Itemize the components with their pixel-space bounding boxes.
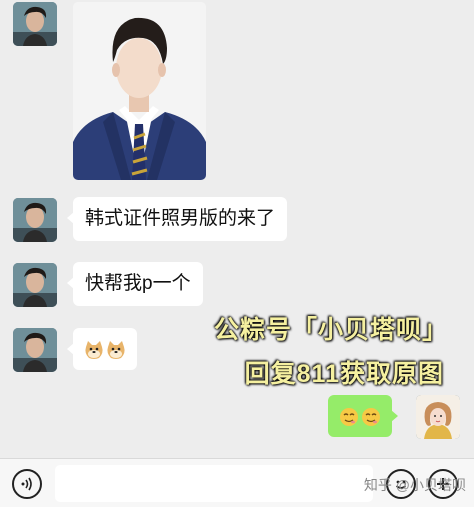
doge-emoji-icon	[105, 339, 125, 359]
emoji-message-bubble[interactable]	[67, 328, 137, 370]
contact-avatar[interactable]	[13, 263, 57, 307]
dizzy-face-emoji-icon	[338, 406, 358, 426]
my-avatar[interactable]	[416, 395, 460, 439]
my-emoji-message-bubble[interactable]	[328, 395, 398, 437]
promo-overlay-line1: 公粽号「小贝塔呗」	[213, 316, 448, 344]
id-photo-image[interactable]	[73, 2, 206, 180]
watermark: 知乎 @小贝塔呗	[363, 477, 466, 493]
doge-emoji-icon	[83, 339, 103, 359]
message-bubble[interactable]: 韩式证件照男版的来了	[66, 197, 288, 241]
promo-overlay-line2: 回复811获取原图	[244, 360, 444, 388]
message-input[interactable]	[55, 465, 373, 502]
dizzy-face-emoji-icon	[360, 406, 380, 426]
voice-icon[interactable]	[12, 469, 42, 499]
message-bubble[interactable]: 快帮我p一个	[67, 262, 203, 306]
chat-area[interactable]: 韩式证件照男版的来了 快帮我p一个 公粽号「小贝塔呗」 回复811获取原图	[0, 0, 474, 458]
contact-avatar[interactable]	[13, 2, 57, 46]
contact-avatar[interactable]	[13, 198, 57, 242]
contact-avatar[interactable]	[13, 328, 57, 372]
